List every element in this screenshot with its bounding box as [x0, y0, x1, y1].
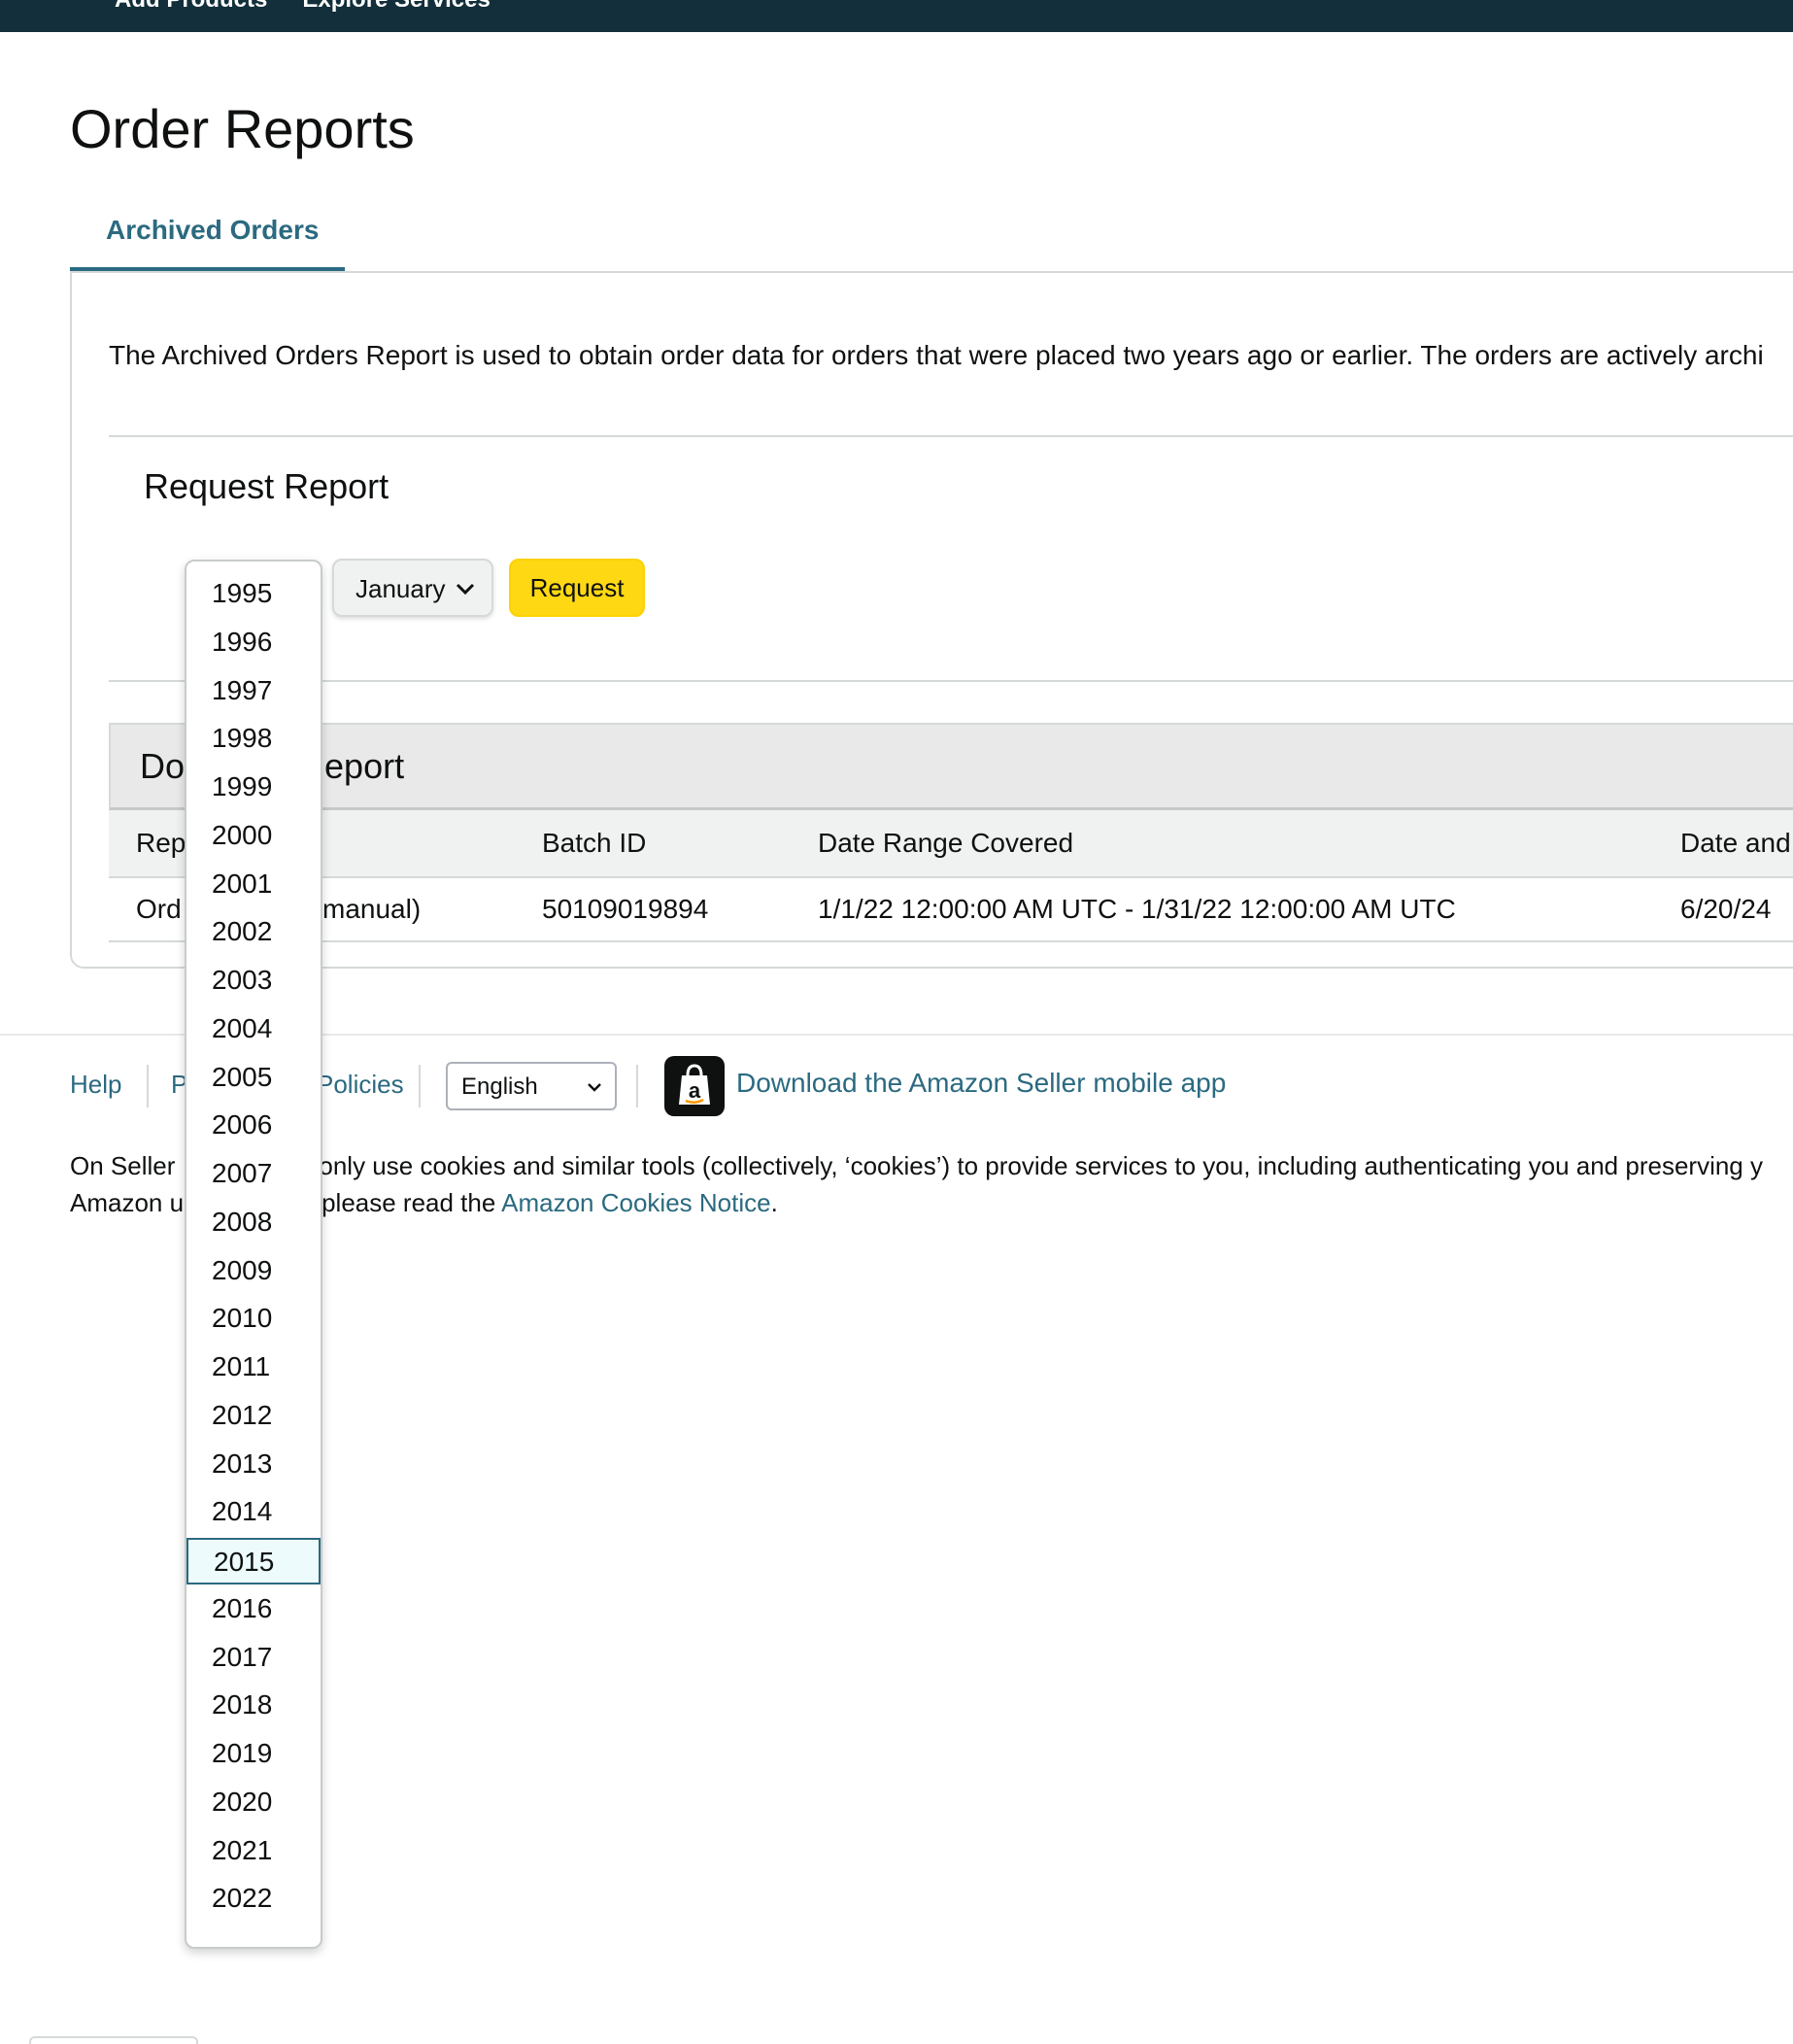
year-option-2018[interactable]: 2018	[186, 1683, 321, 1729]
year-option-2012[interactable]: 2012	[186, 1393, 321, 1440]
cell-report-type-suffix: manual)	[322, 894, 422, 924]
help-link[interactable]: Help	[70, 1070, 121, 1100]
year-option-2019[interactable]: 2019	[186, 1731, 321, 1778]
year-option-2007[interactable]: 2007	[186, 1151, 321, 1198]
svg-text:a: a	[689, 1078, 701, 1103]
cell-report-type: Ord	[136, 894, 182, 924]
language-select-value: English	[461, 1073, 538, 1100]
cookie-notice: On Seller only use cookies and similar to…	[70, 1151, 1763, 1217]
download-app-link[interactable]: Download the Amazon Seller mobile app	[736, 1068, 1226, 1099]
chevron-down-icon	[588, 1083, 601, 1092]
page-title: Order Reports	[70, 98, 415, 159]
footer-separator	[636, 1065, 638, 1107]
chevron-down-icon	[456, 583, 475, 596]
top-nav-bar: Add Products Explore Services	[0, 0, 1793, 32]
intro-text: The Archived Orders Report is used to ob…	[109, 340, 1764, 370]
year-option-2001[interactable]: 2001	[186, 862, 321, 908]
request-report-title: Request Report	[144, 466, 389, 506]
download-report-header: Do Report	[109, 723, 1793, 810]
year-option-2000[interactable]: 2000	[186, 813, 321, 860]
cell-batch-id: 50109019894	[542, 894, 709, 924]
year-option-2008[interactable]: 2008	[186, 1200, 321, 1246]
year-option-2011[interactable]: 2011	[186, 1345, 321, 1391]
year-option-2016[interactable]: 2016	[186, 1586, 321, 1633]
year-option-2015[interactable]: 2015	[186, 1538, 321, 1584]
cell-date-requested: 6/20/24	[1680, 894, 1772, 924]
cookies-notice-link[interactable]: Amazon Cookies Notice	[501, 1188, 770, 1217]
year-option-2004[interactable]: 2004	[186, 1006, 321, 1053]
year-option-2014[interactable]: 2014	[186, 1489, 321, 1536]
amazon-app-icon[interactable]: a	[664, 1056, 725, 1116]
cell-date-range: 1/1/22 12:00:00 AM UTC - 1/31/22 12:00:0…	[818, 894, 1456, 924]
column-header-report: Rep	[136, 828, 186, 858]
year-option-1999[interactable]: 1999	[186, 765, 321, 811]
year-option-2006[interactable]: 2006	[186, 1103, 321, 1149]
year-dropdown-list[interactable]: 1995 1996 1997 1998 1999 2000 2001 2002 2003 2004…	[185, 560, 322, 1949]
year-option-2010[interactable]: 2010	[186, 1296, 321, 1343]
month-select[interactable]: January	[332, 559, 493, 617]
nav-explore-services[interactable]: Explore Services	[302, 0, 490, 14]
year-option-1998[interactable]: 1998	[186, 716, 321, 763]
bottom-button-edge	[29, 2036, 198, 2044]
month-select-value: January	[355, 574, 446, 603]
column-header-date-range: Date Range Covered	[818, 828, 1074, 858]
language-select[interactable]: English	[446, 1062, 617, 1110]
column-header-date-and-time: Date and	[1680, 828, 1791, 858]
tab-label: Archived Orders	[106, 215, 320, 245]
footer-separator	[419, 1065, 421, 1107]
year-option-2020[interactable]: 2020	[186, 1780, 321, 1826]
divider	[109, 680, 1793, 682]
year-option-2002[interactable]: 2002	[186, 909, 321, 956]
year-option-2013[interactable]: 2013	[186, 1442, 321, 1488]
year-option-2005[interactable]: 2005	[186, 1055, 321, 1102]
year-option-1995[interactable]: 1995	[186, 571, 321, 618]
policies-link[interactable]: Policies	[317, 1070, 404, 1100]
footer-separator	[147, 1065, 149, 1107]
table-header-row: Rep Batch ID Date Range Covered Date and	[109, 810, 1793, 878]
archived-orders-panel: The Archived Orders Report is used to ob…	[70, 272, 1793, 969]
column-header-batch-id: Batch ID	[542, 828, 647, 858]
divider	[109, 435, 1793, 437]
year-option-1997[interactable]: 1997	[186, 668, 321, 715]
request-button[interactable]: Request	[509, 559, 645, 617]
table-row: Ord manual) 50109019894 1/1/22 12:00:00 …	[109, 878, 1793, 942]
year-option-2021[interactable]: 2021	[186, 1828, 321, 1875]
year-option-1996[interactable]: 1996	[186, 620, 321, 666]
year-option-2003[interactable]: 2003	[186, 958, 321, 1005]
nav-add-products[interactable]: Add Products	[115, 0, 267, 14]
year-option-2022[interactable]: 2022	[186, 1876, 321, 1923]
tab-archived-orders[interactable]: Archived Orders	[70, 209, 345, 271]
year-option-2009[interactable]: 2009	[186, 1248, 321, 1295]
year-option-2017[interactable]: 2017	[186, 1635, 321, 1682]
